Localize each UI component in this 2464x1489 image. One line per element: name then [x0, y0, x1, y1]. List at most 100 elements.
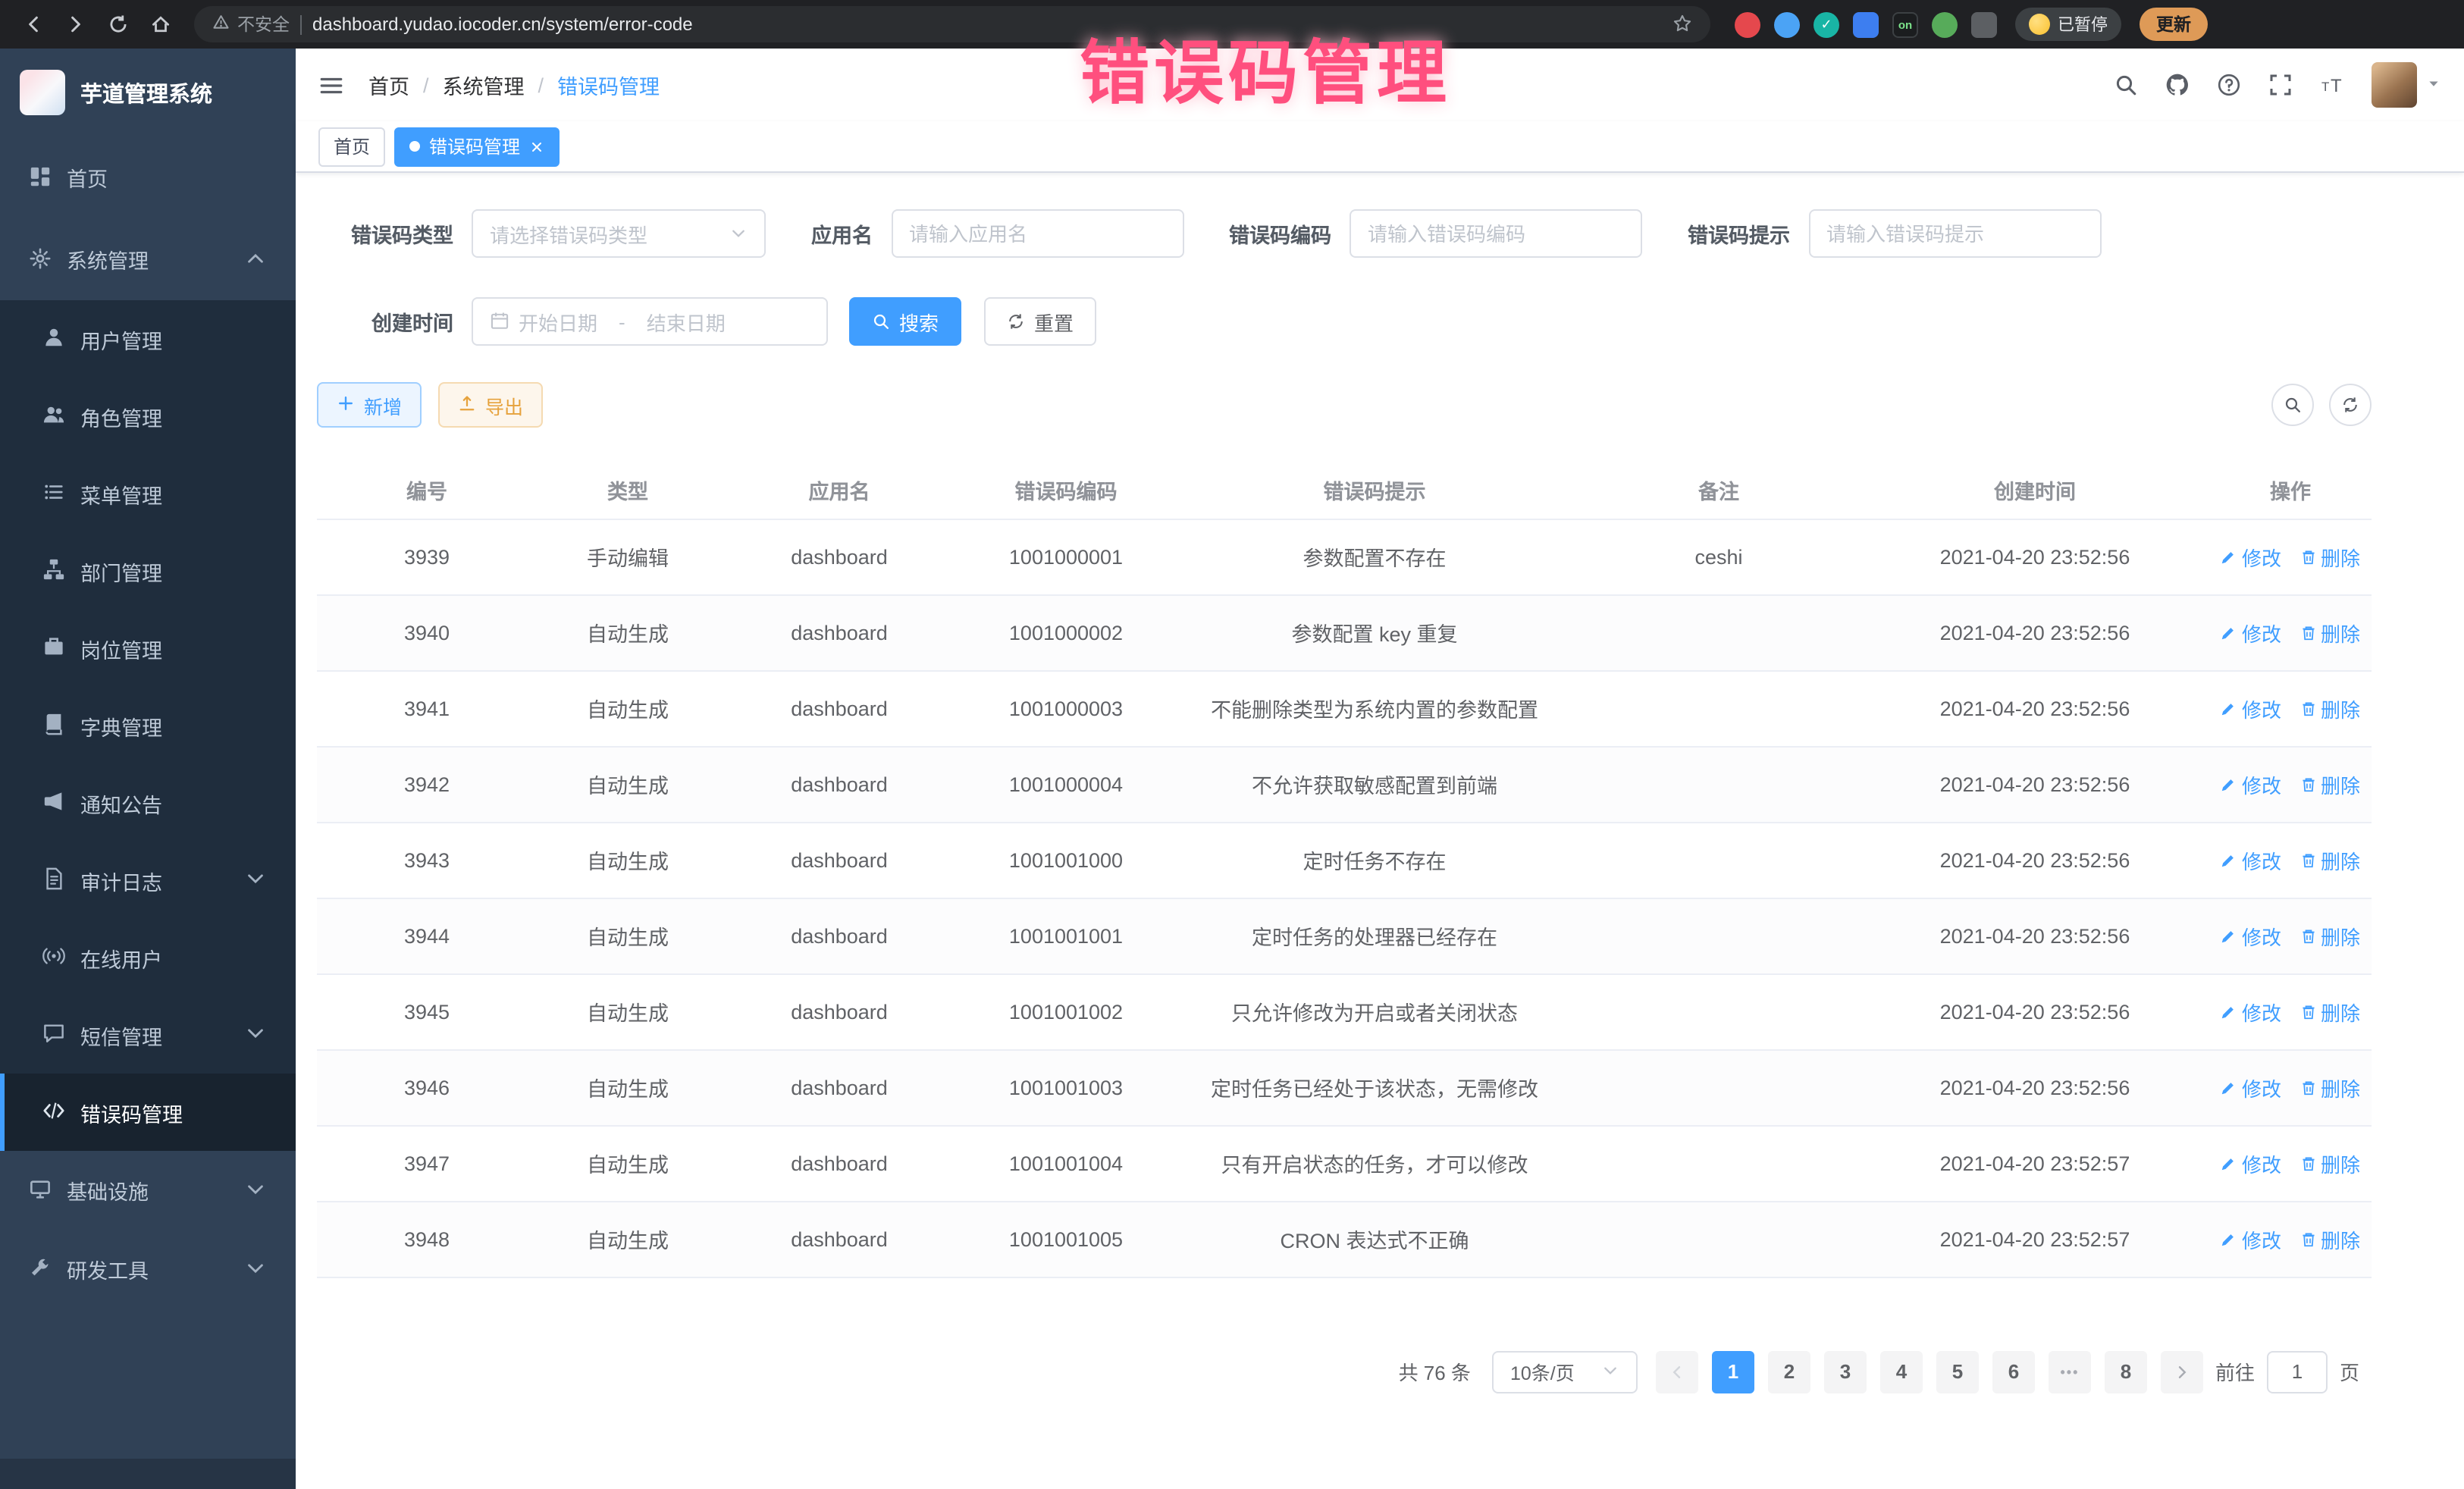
sidebar-item-sms[interactable]: 短信管理: [0, 996, 296, 1074]
toggle-search-button[interactable]: [2271, 384, 2314, 426]
browser-home-icon[interactable]: [143, 6, 179, 42]
bookmark-star-icon[interactable]: [1672, 13, 1692, 36]
cell-code: 1001001005: [960, 1201, 1172, 1277]
filter-form: 错误码类型 请选择错误码类型 应用名 错: [317, 209, 2372, 346]
sidebar-item-dictionaries[interactable]: 字典管理: [0, 687, 296, 764]
cell-app: dashboard: [719, 519, 960, 594]
error-msg-input[interactable]: [1808, 209, 2101, 258]
edit-link[interactable]: 修改: [2221, 845, 2281, 874]
pagination-page-3[interactable]: 3: [1824, 1350, 1867, 1393]
edit-link[interactable]: 修改: [2221, 1073, 2281, 1102]
extension-puzzle-icon[interactable]: [1971, 11, 1997, 37]
github-icon[interactable]: [2165, 73, 2190, 97]
extension-red-icon[interactable]: [1735, 11, 1760, 37]
fold-sidebar-icon[interactable]: [318, 72, 344, 98]
cell-remark: [1577, 670, 1861, 746]
pagination-page-6[interactable]: 6: [1992, 1350, 2035, 1393]
sidebar-item-audit-logs[interactable]: 审计日志: [0, 842, 296, 919]
edit-link[interactable]: 修改: [2221, 921, 2281, 950]
goto-page-input[interactable]: [2267, 1350, 2328, 1393]
search-icon[interactable]: [2114, 73, 2138, 97]
help-icon[interactable]: [2217, 73, 2241, 97]
sidebar-item-posts[interactable]: 岗位管理: [0, 610, 296, 687]
edit-icon: [2221, 773, 2237, 795]
edit-link[interactable]: 修改: [2221, 997, 2281, 1026]
sidebar-item-online-users[interactable]: 在线用户: [0, 919, 296, 996]
edit-link[interactable]: 修改: [2221, 542, 2281, 571]
sidebar-item-error-codes[interactable]: 错误码管理: [0, 1074, 296, 1151]
pagination-page-2[interactable]: 2: [1768, 1350, 1810, 1393]
pagination-page-1[interactable]: 1: [1712, 1350, 1754, 1393]
sidebar-item-users[interactable]: 用户管理: [0, 300, 296, 378]
export-button[interactable]: 导出: [438, 382, 543, 428]
delete-link[interactable]: 删除: [2299, 542, 2360, 571]
sidebar-item-roles[interactable]: 角色管理: [0, 378, 296, 455]
code-icon: [42, 1100, 65, 1124]
cell-code: 1001000002: [960, 594, 1172, 670]
extension-green-icon[interactable]: [1932, 11, 1958, 37]
delete-link[interactable]: 删除: [2299, 1224, 2360, 1253]
delete-link[interactable]: 删除: [2299, 618, 2360, 647]
edit-link[interactable]: 修改: [2221, 694, 2281, 723]
delete-link[interactable]: 删除: [2299, 694, 2360, 723]
create-time-range-picker[interactable]: 开始日期 - 结束日期: [472, 297, 828, 346]
pagination-next[interactable]: [2161, 1350, 2203, 1393]
close-icon[interactable]: [529, 139, 544, 154]
edit-link[interactable]: 修改: [2221, 1149, 2281, 1177]
sidebar-item-infrastructure[interactable]: 基础设施: [0, 1151, 296, 1230]
breadcrumb-home[interactable]: 首页: [368, 70, 409, 100]
sidebar-item-notices[interactable]: 通知公告: [0, 764, 296, 842]
user-menu[interactable]: [2372, 62, 2441, 108]
forward-icon[interactable]: [58, 6, 94, 42]
refresh-table-button[interactable]: [2329, 384, 2372, 426]
sidebar-item-home[interactable]: 首页: [0, 136, 296, 218]
search-button[interactable]: 搜索: [849, 297, 961, 346]
warning-icon: [212, 14, 230, 34]
tab-error-code[interactable]: 错误码管理: [394, 127, 560, 166]
app-logo[interactable]: 芋道管理系统: [0, 49, 296, 136]
profile-paused-chip[interactable]: 已暂停: [2015, 8, 2121, 41]
reload-icon[interactable]: [100, 6, 136, 42]
delete-link[interactable]: 删除: [2299, 1073, 2360, 1102]
cell-code: 1001001001: [960, 898, 1172, 973]
pagination-more[interactable]: •••: [2049, 1350, 2091, 1393]
address-bar[interactable]: 不安全 dashboard.yudao.iocoder.cn/system/er…: [194, 6, 1710, 42]
delete-link[interactable]: 删除: [2299, 845, 2360, 874]
delete-icon: [2299, 697, 2316, 719]
browser-update-button[interactable]: 更新: [2140, 8, 2208, 41]
delete-link[interactable]: 删除: [2299, 921, 2360, 950]
cell-message: 定时任务的处理器已经存在: [1172, 898, 1577, 973]
breadcrumb-system[interactable]: 系统管理: [443, 70, 525, 100]
edit-link[interactable]: 修改: [2221, 1224, 2281, 1253]
cell-type: 自动生成: [537, 746, 719, 822]
sidebar-item-menus[interactable]: 菜单管理: [0, 455, 296, 532]
edit-link[interactable]: 修改: [2221, 618, 2281, 647]
error-type-select[interactable]: 请选择错误码类型: [472, 209, 766, 258]
pagination-page-8[interactable]: 8: [2105, 1350, 2147, 1393]
back-icon[interactable]: [15, 6, 52, 42]
extension-on-badge[interactable]: on: [1892, 11, 1918, 37]
reset-button[interactable]: 重置: [984, 297, 1096, 346]
fullscreen-icon[interactable]: [2268, 73, 2293, 97]
page-size-select[interactable]: 10条/页: [1492, 1350, 1638, 1393]
pagination-page-4[interactable]: 4: [1880, 1350, 1923, 1393]
pagination-page-5[interactable]: 5: [1936, 1350, 1979, 1393]
app-name-input[interactable]: [891, 209, 1183, 258]
extension-blue-icon[interactable]: [1774, 11, 1800, 37]
error-code-input[interactable]: [1350, 209, 1642, 258]
delete-link[interactable]: 删除: [2299, 770, 2360, 798]
delete-link[interactable]: 删除: [2299, 1149, 2360, 1177]
sidebar-item-departments[interactable]: 部门管理: [0, 532, 296, 610]
tab-home[interactable]: 首页: [318, 127, 385, 166]
add-button[interactable]: 新增: [317, 382, 422, 428]
sidebar-collapse-bar[interactable]: [0, 1459, 296, 1489]
sidebar-item-dev-tools[interactable]: 研发工具: [0, 1230, 296, 1309]
extension-teal-check-icon[interactable]: ✓: [1814, 11, 1839, 37]
sidebar-item-system[interactable]: 系统管理: [0, 218, 296, 300]
security-indicator[interactable]: 不安全: [212, 12, 290, 36]
pagination-prev[interactable]: [1656, 1350, 1698, 1393]
edit-link[interactable]: 修改: [2221, 770, 2281, 798]
extension-grid-icon[interactable]: [1853, 11, 1879, 37]
font-size-icon[interactable]: [2320, 73, 2344, 97]
delete-link[interactable]: 删除: [2299, 997, 2360, 1026]
